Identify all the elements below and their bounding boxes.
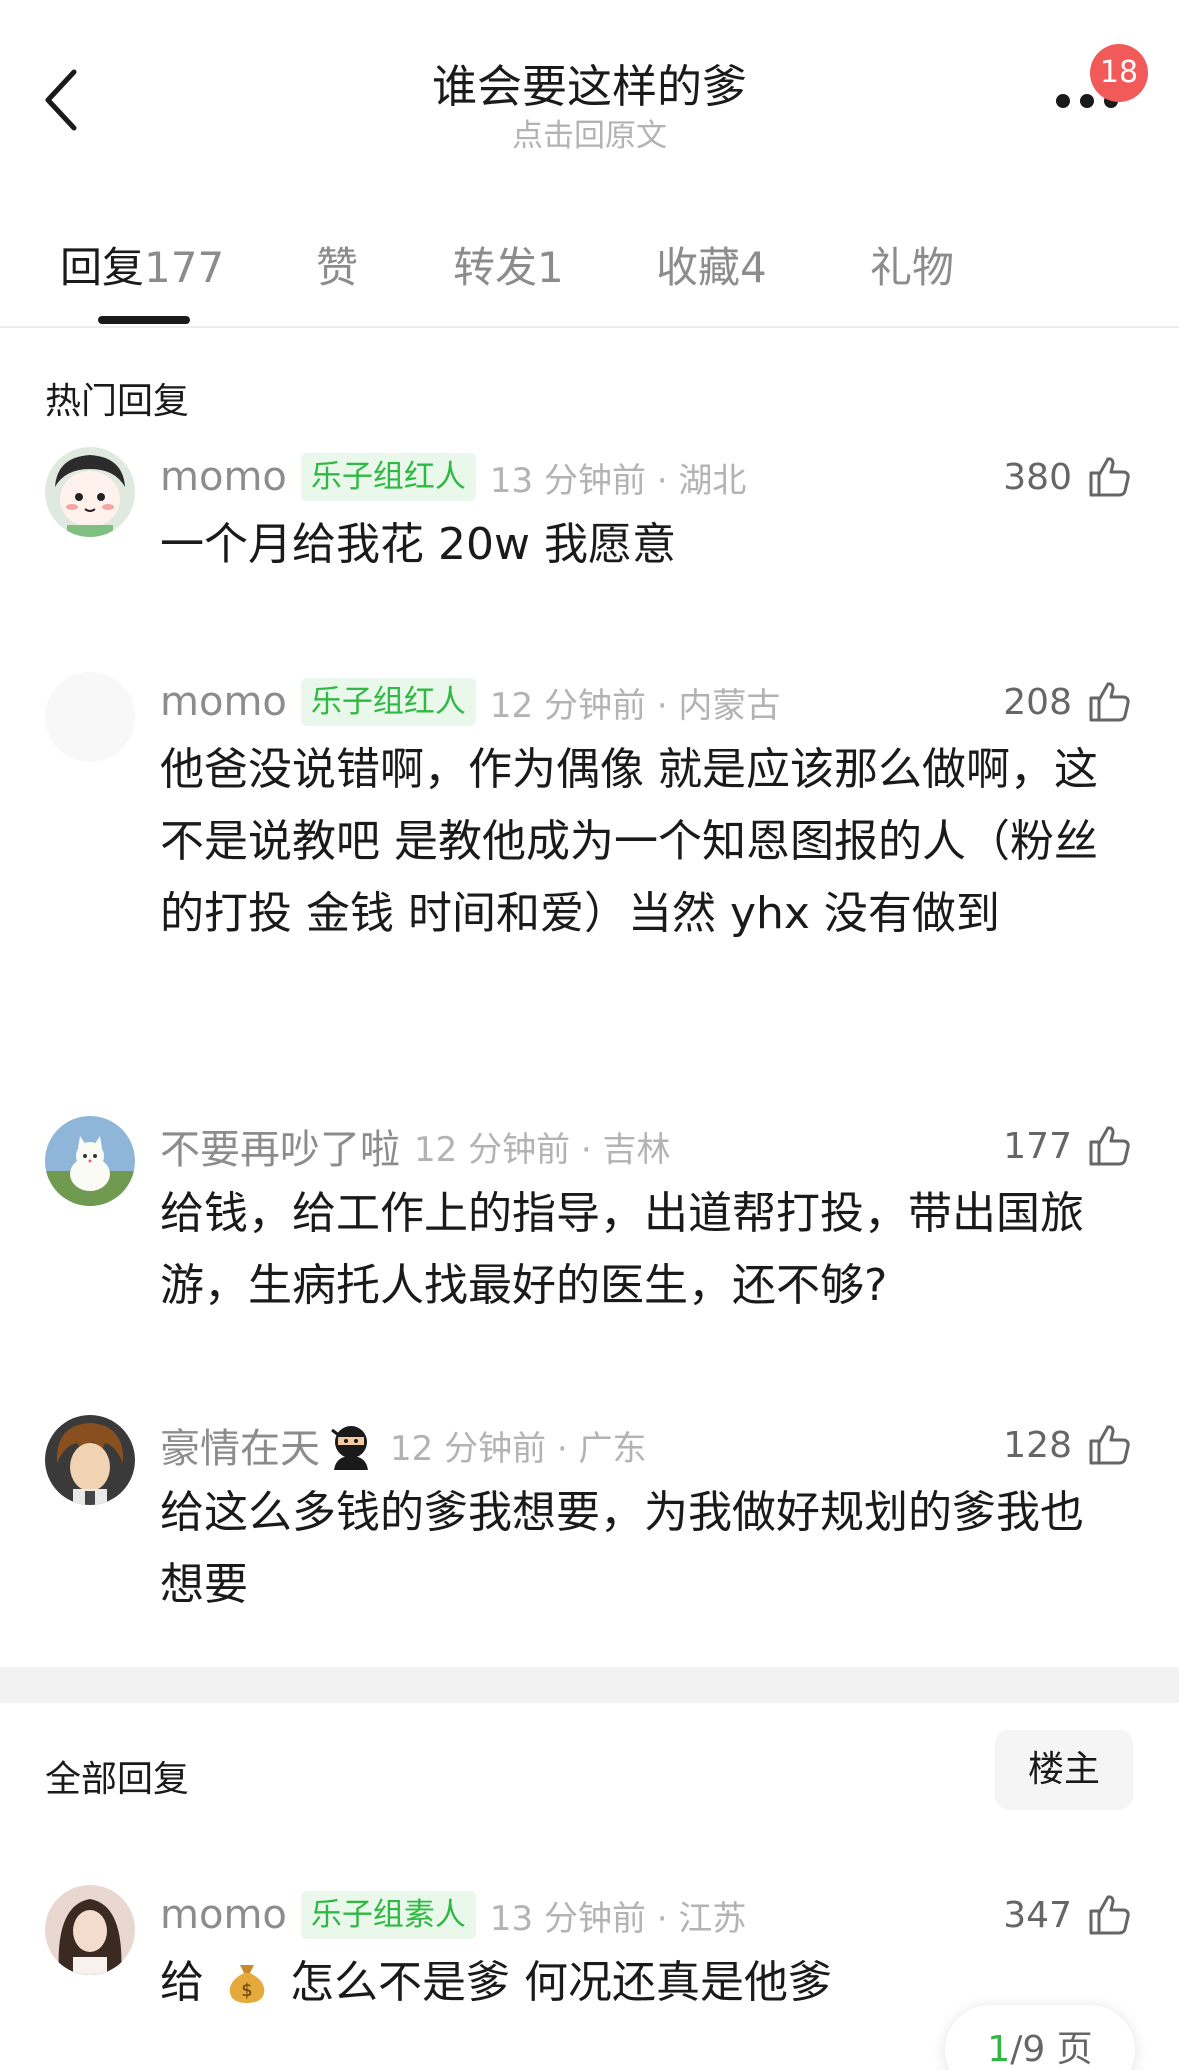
tab-reposts[interactable]: 转发1 <box>453 234 564 295</box>
content-text: 怎么不是爹 何况还真是他爹 <box>290 1957 832 2008</box>
like-count: 380 <box>1003 456 1072 498</box>
timestamp-location: 13 分钟前 · 湖北 <box>489 460 747 501</box>
comment-content: 一个月给我花 20w 我愿意 <box>160 519 676 570</box>
comment-meta: momo 乐子组红人 12 分钟前 · 内蒙古 <box>160 672 780 732</box>
comment-meta: 豪情在天 12 分钟前 · 广东 <box>160 1415 647 1475</box>
notification-badge: 18 <box>1090 44 1148 102</box>
like-button[interactable]: 380 <box>1003 447 1134 507</box>
avatar[interactable] <box>45 1885 135 1975</box>
current-page: 1 <box>987 2029 1011 2070</box>
pagination-indicator[interactable]: 1/9 页 <box>945 2005 1135 2070</box>
comment-content: 给钱，给工作上的指导，出道帮打投，带出国旅游，生病托人找最好的医生，还不够? <box>160 1188 1084 1311</box>
active-tab-indicator <box>98 316 190 324</box>
money-bag-emoji-icon: $ <box>229 1965 265 2003</box>
like-count: 208 <box>1003 681 1072 723</box>
timestamp-location: 12 分钟前 · 吉林 <box>414 1129 671 1170</box>
thumbs-up-icon <box>1089 1895 1130 1935</box>
like-count: 128 <box>1003 1424 1072 1466</box>
page-title[interactable]: 谁会要这样的爹 <box>0 50 1179 115</box>
tab-gifts[interactable]: 礼物 <box>870 234 954 295</box>
tab-favorites[interactable]: 收藏4 <box>656 234 767 295</box>
tab-label: 礼物 <box>870 243 955 292</box>
thumbs-up-icon <box>1089 1425 1130 1465</box>
tab-label: 收藏 <box>656 243 741 292</box>
thumbs-up-icon <box>1089 682 1130 722</box>
like-count: 177 <box>1003 1125 1072 1167</box>
username[interactable]: momo <box>160 1892 287 1938</box>
tab-label: 转发 <box>453 243 538 292</box>
like-button[interactable]: 347 <box>1003 1885 1134 1945</box>
comment-meta: 不要再吵了啦 12 分钟前 · 吉林 <box>160 1116 671 1176</box>
user-tag: 乐子组素人 <box>300 1891 476 1939</box>
comment-content: 给这么多钱的爹我想要，为我做好规划的爹我也想要 <box>160 1487 1084 1610</box>
timestamp-location: 12 分钟前 · 内蒙古 <box>489 685 781 726</box>
like-button[interactable]: 177 <box>1003 1116 1134 1176</box>
user-tag: 乐子组红人 <box>300 453 476 501</box>
all-replies-title: 全部回复 <box>45 1759 190 1800</box>
tab-count: 4 <box>740 243 767 292</box>
like-count: 347 <box>1003 1894 1072 1936</box>
tab-likes[interactable]: 赞 <box>316 234 358 295</box>
username[interactable]: 豪情在天 <box>160 1416 320 1474</box>
tab-replies[interactable]: 回复177 <box>60 234 224 295</box>
timestamp-location: 12 分钟前 · 广东 <box>390 1428 647 1469</box>
like-button[interactable]: 128 <box>1003 1415 1134 1475</box>
tab-bar: 回复177 赞 转发1 收藏4 礼物 <box>0 230 1179 328</box>
svg-text:$: $ <box>241 1980 252 2001</box>
tab-label: 赞 <box>316 243 359 292</box>
owner-only-button[interactable]: 楼主 <box>995 1730 1133 1810</box>
username[interactable]: 不要再吵了啦 <box>160 1117 400 1175</box>
avatar[interactable] <box>45 447 135 537</box>
hot-replies-title: 热门回复 <box>45 381 190 422</box>
top-bar: 谁会要这样的爹 点击回原文 18 <box>0 0 1179 180</box>
username[interactable]: momo <box>160 679 287 725</box>
tab-label: 回复 <box>60 243 145 292</box>
avatar[interactable] <box>45 1415 135 1505</box>
avatar[interactable] <box>45 1116 135 1206</box>
thumbs-up-icon <box>1089 1126 1130 1166</box>
comment-meta: momo 乐子组红人 13 分钟前 · 湖北 <box>160 447 746 507</box>
comment-content: 他爸没说错啊，作为偶像 就是应该那么做啊，这不是说教吧 是教他成为一个知恩图报的… <box>160 744 1098 939</box>
ninja-emoji-icon <box>331 1426 368 1470</box>
content-text: 给 <box>160 1957 204 2008</box>
timestamp-location: 13 分钟前 · 江苏 <box>489 1898 747 1939</box>
username[interactable]: momo <box>160 454 287 500</box>
thumbs-up-icon <box>1089 457 1130 497</box>
user-tag: 乐子组红人 <box>300 678 476 726</box>
back-to-original-link[interactable]: 点击回原文 <box>0 110 1179 155</box>
avatar[interactable] <box>45 672 135 762</box>
like-button[interactable]: 208 <box>1003 672 1134 732</box>
tab-count: 177 <box>144 243 225 292</box>
total-pages: /9 页 <box>1010 2029 1093 2070</box>
section-divider <box>0 1667 1179 1703</box>
tab-count: 1 <box>537 243 564 292</box>
comment-meta: momo 乐子组素人 13 分钟前 · 江苏 <box>160 1885 746 1945</box>
